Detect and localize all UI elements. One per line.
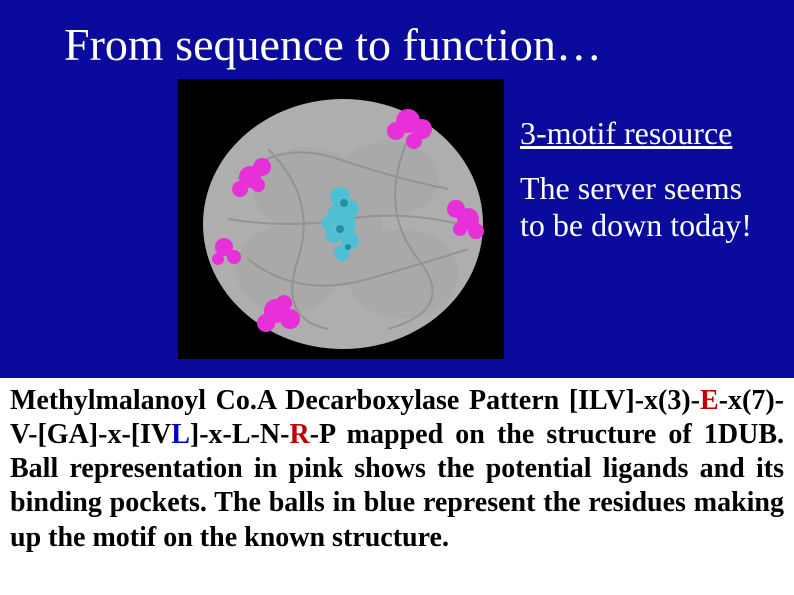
server-status-note: The server seems to be down today! xyxy=(520,170,752,244)
molecule-illustration xyxy=(178,79,504,359)
pattern-part-4: -P xyxy=(310,419,335,450)
pattern-part-1: [ILV]-x(3)- xyxy=(559,385,700,416)
note-line-2: to be down today! xyxy=(520,207,752,243)
content-row: 3-motif resource The server seems to be … xyxy=(0,79,794,359)
caption-block: Methylmalanoyl Co.A Decarboxylase Patter… xyxy=(0,378,794,595)
motif-resource-link[interactable]: 3-motif resource xyxy=(520,115,732,151)
pattern-residue-l: L xyxy=(171,419,190,450)
pattern-part-3: ]-x-L-N- xyxy=(190,419,290,450)
pattern-residue-e: E xyxy=(700,385,719,416)
caption-lead: Methylmalanoyl Co.A Decarboxylase Patter… xyxy=(10,385,559,416)
side-text-block: 3-motif resource The server seems to be … xyxy=(520,79,752,359)
slide-title: From sequence to function… xyxy=(0,0,794,71)
note-line-1: The server seems xyxy=(520,170,742,206)
pattern-residue-r: R xyxy=(289,419,309,450)
protein-structure-image xyxy=(178,79,504,359)
